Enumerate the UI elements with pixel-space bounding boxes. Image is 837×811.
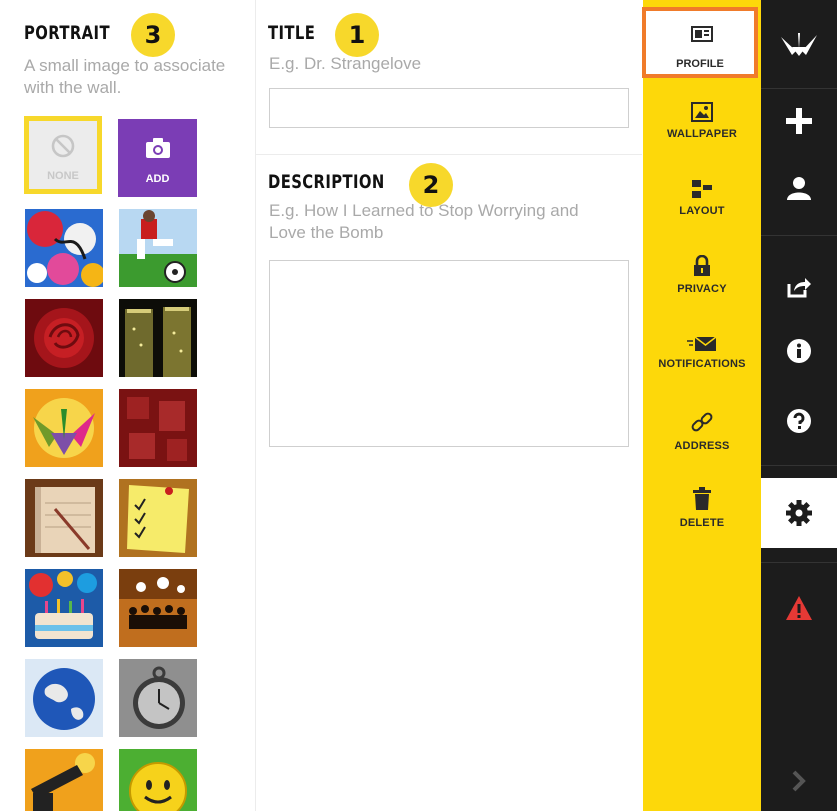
- portrait-thumb-team[interactable]: [119, 569, 197, 647]
- rose-image: [25, 299, 103, 377]
- portrait-thumb-notebook[interactable]: [25, 479, 103, 557]
- rail-info-button[interactable]: [761, 326, 837, 376]
- settings-item-notifications[interactable]: NOTIFICATIONS: [643, 336, 761, 370]
- no-entry-icon: [51, 134, 75, 158]
- info-icon: [787, 339, 811, 363]
- portrait-thumb-rose[interactable]: [25, 299, 103, 377]
- title-input[interactable]: [269, 88, 629, 128]
- layout-icon: [692, 180, 712, 198]
- warning-icon: [786, 596, 812, 620]
- portrait-add-label: ADD: [145, 173, 170, 185]
- rail-user-button[interactable]: [761, 163, 837, 213]
- abstract-paint-image: [25, 209, 103, 287]
- settings-item-profile[interactable]: PROFILE: [642, 7, 758, 78]
- rail-warning-button[interactable]: [761, 583, 837, 633]
- settings-item-label: NOTIFICATIONS: [658, 358, 746, 370]
- settings-item-label: ADDRESS: [674, 440, 730, 452]
- rail-divider: [761, 465, 837, 466]
- settings-item-label: LAYOUT: [679, 205, 725, 217]
- title-heading: TITLE: [268, 22, 316, 44]
- gear-icon: [786, 500, 812, 526]
- portrait-add-button[interactable]: ADD: [118, 119, 197, 197]
- user-icon: [787, 177, 811, 200]
- telescope-image: [25, 749, 103, 811]
- profile-icon: [691, 26, 713, 42]
- details-panel: TITLE 1 E.g. Dr. Strangelove DESCRIPTION…: [256, 0, 642, 811]
- checklist-image: [119, 479, 197, 557]
- birthday-cake-image: [25, 569, 103, 647]
- portrait-panel: PORTRAIT 3 A small image to associate wi…: [0, 0, 256, 811]
- portrait-thumb-crane[interactable]: [25, 389, 103, 467]
- settings-item-address[interactable]: ADDRESS: [643, 410, 761, 452]
- settings-item-label: WALLPAPER: [666, 128, 738, 140]
- portrait-thumb-watch[interactable]: [119, 659, 197, 737]
- chevron-right-icon: [792, 770, 806, 792]
- image-icon: [691, 102, 713, 122]
- title-hint: E.g. Dr. Strangelove: [269, 54, 422, 73]
- paper-crane-image: [25, 389, 103, 467]
- soccer-image: [119, 209, 197, 287]
- portrait-heading: PORTRAIT: [24, 22, 110, 44]
- globe-image: [25, 659, 103, 737]
- settings-item-privacy[interactable]: PRIVACY: [643, 255, 761, 295]
- settings-item-label: DELETE: [679, 517, 725, 529]
- step-badge-1: 1: [335, 13, 379, 57]
- trash-icon: [693, 487, 711, 510]
- lock-icon: [694, 255, 710, 276]
- step-badge-3: 3: [131, 13, 175, 57]
- portrait-none-label: NONE: [47, 170, 79, 182]
- settings-item-layout[interactable]: LAYOUT: [643, 179, 761, 217]
- description-hint: E.g. How I Learned to Stop Worrying and …: [269, 201, 579, 242]
- rail-divider: [761, 88, 837, 89]
- rail-settings-button[interactable]: [761, 478, 837, 548]
- portrait-thumb-abstract[interactable]: [25, 209, 103, 287]
- mail-icon: [687, 336, 717, 351]
- portrait-hint: A small image to associate with the wall…: [24, 56, 226, 97]
- portrait-thumb-smiley[interactable]: [119, 749, 197, 811]
- plus-icon: [786, 108, 812, 134]
- settings-item-delete[interactable]: DELETE: [643, 487, 761, 529]
- portrait-thumb-soccer[interactable]: [119, 209, 197, 287]
- pocket-watch-image: [119, 659, 197, 737]
- description-textarea[interactable]: [269, 260, 629, 447]
- rail-divider: [761, 562, 837, 563]
- champagne-image: [119, 299, 197, 377]
- camera-icon: [146, 138, 170, 158]
- share-icon: [787, 278, 811, 298]
- rail-help-button[interactable]: [761, 396, 837, 446]
- settings-item-label: PROFILE: [676, 58, 724, 70]
- portrait-none-option[interactable]: NONE: [24, 116, 102, 194]
- rail-collapse-button[interactable]: [761, 756, 837, 806]
- rail-share-button[interactable]: [761, 262, 837, 312]
- portrait-thumb-telescope[interactable]: [25, 749, 103, 811]
- rail-logo[interactable]: [761, 20, 837, 70]
- notebook-image: [25, 479, 103, 557]
- link-icon: [691, 412, 713, 432]
- portrait-thumb-champagne[interactable]: [119, 299, 197, 377]
- help-icon: [787, 409, 811, 433]
- description-heading: DESCRIPTION: [268, 171, 385, 193]
- settings-item-label: PRIVACY: [677, 283, 727, 295]
- section-divider: [256, 154, 642, 155]
- portrait-thumb-checklist[interactable]: [119, 479, 197, 557]
- smiley-image: [119, 749, 197, 811]
- portrait-thumb-globe[interactable]: [25, 659, 103, 737]
- portrait-thumb-birthday[interactable]: [25, 569, 103, 647]
- rail-add-button[interactable]: [761, 96, 837, 146]
- rail-divider: [761, 235, 837, 236]
- red-numbers-image: [119, 389, 197, 467]
- logo-icon: [781, 33, 817, 56]
- team-image: [119, 569, 197, 647]
- portrait-thumb-numbers[interactable]: [119, 389, 197, 467]
- settings-item-wallpaper[interactable]: WALLPAPER: [643, 102, 761, 140]
- app-rail: [761, 0, 837, 811]
